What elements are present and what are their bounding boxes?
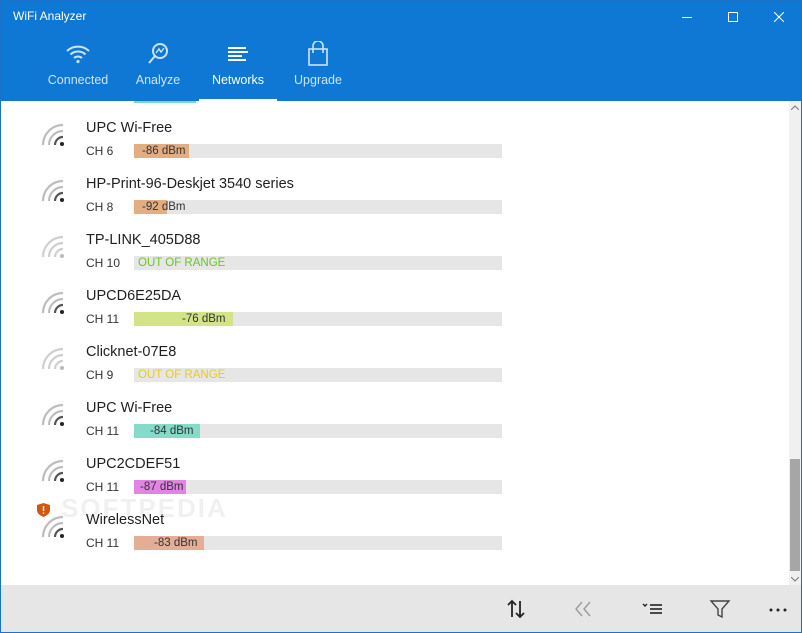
- signal-strength-label: -76 dBm: [182, 313, 226, 325]
- tab-label: Connected: [47, 73, 109, 87]
- scrollbar-thumb[interactable]: [790, 459, 800, 571]
- signal-bar-track: -83 dBm: [134, 536, 502, 550]
- maximize-button[interactable]: [710, 1, 756, 33]
- channel-label: CH 6: [86, 144, 114, 158]
- collapse-button[interactable]: [564, 585, 604, 632]
- signal-strength-label: -86 dBm: [142, 145, 186, 157]
- wifi-icon: [65, 39, 91, 69]
- command-bar: [1, 585, 801, 632]
- channel-label: CH 11: [86, 312, 120, 326]
- signal-strength-label: -83 dBm: [154, 537, 198, 549]
- network-row[interactable]: TP-LINK_405D88 CH 10 OUT OF RANGE: [1, 213, 789, 270]
- security-warning-icon: [37, 503, 50, 517]
- sort-button[interactable]: [496, 585, 536, 632]
- signal-strength-label: -84 dBm: [150, 425, 194, 437]
- scroll-down-button[interactable]: [789, 573, 801, 585]
- wifi-signal-icon: [41, 403, 64, 426]
- channel-label: CH 8: [86, 200, 114, 214]
- network-list[interactable]: SOFTPEDIA UPC Wi-Free CH 6 -86 dBm HP-Print…: [1, 101, 789, 585]
- close-icon: [774, 12, 784, 22]
- channel-label: CH 9: [86, 368, 114, 382]
- network-name: HP-Print-96-Deskjet 3540 series: [86, 176, 294, 192]
- tab-label: Upgrade: [294, 73, 342, 87]
- channel-label: CH 10: [86, 256, 121, 270]
- signal-strength-label: -92 dBm: [142, 201, 186, 213]
- more-icon: [769, 608, 787, 612]
- more-button[interactable]: [758, 585, 798, 632]
- scroll-up-button[interactable]: [789, 101, 801, 113]
- network-row[interactable]: UPC Wi-Free CH 6 -86 dBm: [1, 101, 789, 158]
- filter-button[interactable]: [700, 585, 740, 632]
- tab-networks[interactable]: Networks: [199, 39, 277, 101]
- network-name: TP-LINK_405D88: [86, 232, 201, 248]
- signal-bar-track: -87 dBm: [134, 480, 502, 494]
- network-name: UPC Wi-Free: [86, 120, 173, 136]
- network-row[interactable]: UPC2CDEF51 CH 11 -87 dBm: [1, 437, 789, 494]
- magnifier-icon: [146, 39, 170, 69]
- close-button[interactable]: [756, 1, 801, 33]
- wifi-signal-icon: [41, 235, 64, 258]
- chevron-down-icon: [791, 576, 799, 582]
- network-name: UPC2CDEF51: [86, 456, 181, 472]
- wifi-signal-icon: [41, 179, 64, 202]
- network-row[interactable]: HP-Print-96-Deskjet 3540 series CH 8 -92 d…: [1, 157, 789, 214]
- wifi-signal-icon: [41, 291, 64, 314]
- signal-bar-track: -76 dBm: [134, 312, 502, 326]
- channel-label: CH 11: [86, 536, 120, 550]
- signal-bar-track: -84 dBm: [134, 424, 502, 438]
- tab-label: Analyze: [135, 73, 181, 87]
- network-row[interactable]: UPCD6E25DA CH 11 -76 dBm: [1, 269, 789, 326]
- network-name: UPCD6E25DA: [86, 288, 182, 304]
- maximize-icon: [728, 12, 738, 22]
- wifi-signal-icon: [41, 347, 64, 370]
- wifi-signal-icon: [41, 123, 64, 146]
- chevron-up-icon: [791, 104, 799, 110]
- tab-upgrade[interactable]: Upgrade: [289, 39, 347, 101]
- sort-list-button[interactable]: [633, 585, 673, 632]
- list-icon: [226, 39, 250, 69]
- collapse-icon: [575, 601, 591, 617]
- tab-analyze[interactable]: Analyze: [132, 39, 184, 101]
- channel-label: CH 11: [86, 480, 120, 494]
- network-name: UPC Wi-Free: [86, 400, 173, 416]
- signal-bar-track: -86 dBm: [134, 144, 502, 158]
- network-row[interactable]: UPC Wi-Free CH 11 -84 dBm: [1, 381, 789, 438]
- sort-icon: [507, 599, 525, 619]
- wifi-signal-icon: [41, 515, 64, 538]
- out-of-range-label: OUT OF RANGE: [138, 257, 226, 269]
- signal-bar-track: -92 dBm: [134, 200, 502, 214]
- network-row[interactable]: WirelessNet CH 11 -83 dBm: [1, 493, 789, 550]
- channel-label: CH 11: [86, 424, 120, 438]
- out-of-range-label: OUT OF RANGE: [138, 369, 226, 381]
- header-bar: WiFi Analyzer Connected Analyze Networks…: [1, 1, 801, 101]
- app-window: WiFi Analyzer Connected Analyze Networks…: [0, 0, 802, 633]
- tab-connected[interactable]: Connected: [45, 39, 111, 101]
- signal-strength-label: -87 dBm: [140, 481, 184, 493]
- network-row[interactable]: Clicknet-07E8 CH 9 OUT OF RANGE: [1, 325, 789, 382]
- network-name: Clicknet-07E8: [86, 344, 177, 360]
- minimize-button[interactable]: [664, 1, 710, 33]
- window-title: WiFi Analyzer: [13, 9, 87, 23]
- scrollbar[interactable]: [789, 101, 801, 585]
- tab-label: Networks: [211, 73, 265, 87]
- minimize-icon: [682, 17, 692, 18]
- shopping-bag-icon: [307, 39, 329, 69]
- filter-icon: [709, 600, 731, 619]
- sort-list-icon: [642, 603, 662, 614]
- network-name: WirelessNet: [86, 512, 165, 528]
- wifi-signal-icon: [41, 459, 64, 482]
